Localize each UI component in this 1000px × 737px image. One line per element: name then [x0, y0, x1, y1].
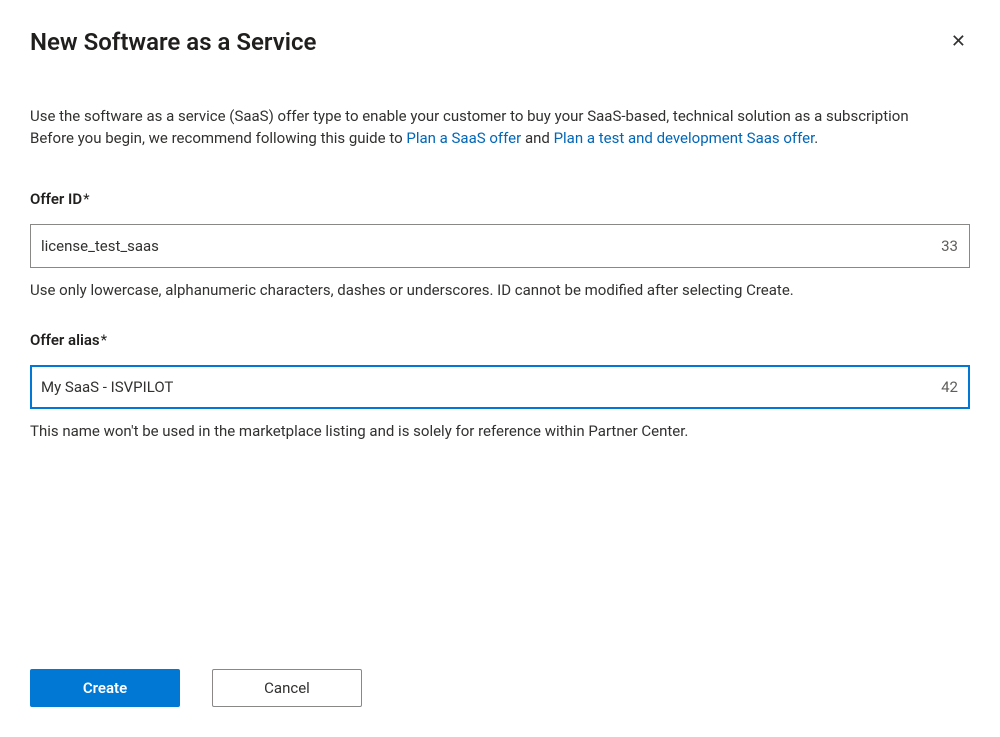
plan-saas-offer-link[interactable]: Plan a SaaS offer — [406, 129, 521, 147]
offer-id-label-text: Offer ID — [30, 190, 82, 208]
offer-id-help: Use only lowercase, alphanumeric charact… — [30, 280, 970, 302]
close-icon[interactable]: ✕ — [947, 28, 970, 54]
offer-alias-label: Offer alias* — [30, 331, 970, 349]
offer-alias-input-wrap: 42 — [30, 365, 970, 409]
offer-alias-help: This name won't be used in the marketpla… — [30, 421, 970, 443]
create-button[interactable]: Create — [30, 669, 180, 707]
required-indicator: * — [83, 190, 89, 208]
offer-alias-input[interactable] — [30, 365, 970, 409]
intro-text: Use the software as a service (SaaS) off… — [30, 106, 970, 150]
intro-line1: Use the software as a service (SaaS) off… — [30, 107, 909, 125]
intro-period: . — [814, 129, 818, 147]
offer-id-char-count: 33 — [941, 237, 958, 255]
intro-line2-prefix: Before you begin, we recommend following… — [30, 129, 406, 147]
required-indicator: * — [101, 331, 107, 349]
cancel-button[interactable]: Cancel — [212, 669, 362, 707]
offer-alias-block: Offer alias* 42 This name won't be used … — [30, 331, 970, 443]
offer-id-label: Offer ID* — [30, 190, 970, 208]
plan-test-dev-offer-link[interactable]: Plan a test and development Saas offer — [554, 129, 815, 147]
offer-id-block: Offer ID* 33 Use only lowercase, alphanu… — [30, 190, 970, 302]
offer-id-input-wrap: 33 — [30, 224, 970, 268]
offer-alias-label-text: Offer alias — [30, 331, 100, 349]
offer-id-input[interactable] — [30, 224, 970, 268]
intro-middle: and — [521, 129, 553, 147]
dialog-title: New Software as a Service — [30, 28, 316, 56]
button-row: Create Cancel — [30, 669, 362, 707]
offer-alias-char-count: 42 — [941, 378, 958, 396]
